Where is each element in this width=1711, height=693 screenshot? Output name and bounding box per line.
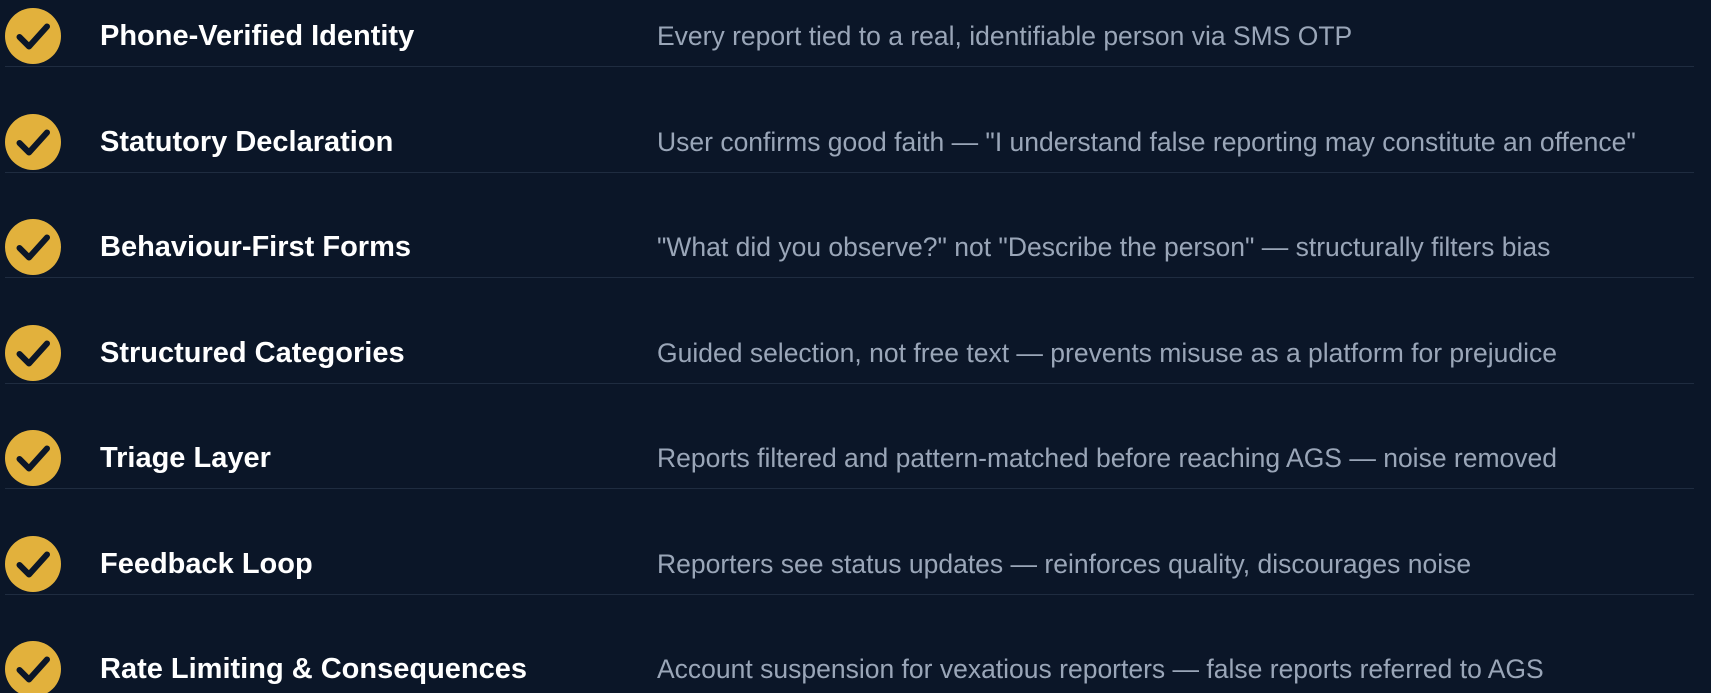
list-item: Behaviour-First Forms "What did you obse… [0,194,1711,300]
row-divider [5,488,1694,489]
row-divider [5,594,1694,595]
row-divider [5,172,1694,173]
item-description: "What did you observe?" not "Describe th… [657,232,1551,262]
row-divider [5,277,1694,278]
list-item: Rate Limiting & Consequences Account sus… [0,616,1711,693]
item-title: Statutory Declaration [100,126,394,158]
check-circle-icon [5,430,61,486]
list-item: Triage Layer Reports filtered and patter… [0,405,1711,511]
row-divider [5,383,1694,384]
check-circle-icon [5,114,61,170]
item-description: Account suspension for vexatious reporte… [657,654,1544,684]
check-circle-icon [5,325,61,381]
item-description: Guided selection, not free text — preven… [657,338,1557,368]
list-item: Phone-Verified Identity Every report tie… [0,0,1711,89]
list-item: Statutory Declaration User confirms good… [0,89,1711,195]
item-description: User confirms good faith — "I understand… [657,127,1636,157]
list-item: Structured Categories Guided selection, … [0,300,1711,406]
feature-checklist: Phone-Verified Identity Every report tie… [0,0,1711,693]
check-circle-icon [5,219,61,275]
row-divider [5,66,1694,67]
item-title: Phone-Verified Identity [100,20,415,52]
check-circle-icon [5,536,61,592]
item-title: Structured Categories [100,337,405,369]
item-title: Behaviour-First Forms [100,231,411,263]
item-description: Reporters see status updates — reinforce… [657,549,1472,579]
item-description: Reports filtered and pattern-matched bef… [657,443,1558,473]
item-title: Triage Layer [100,442,271,474]
check-circle-icon [5,8,61,64]
list-item: Feedback Loop Reporters see status updat… [0,511,1711,617]
check-circle-icon [5,641,61,693]
item-title: Rate Limiting & Consequences [100,653,528,685]
item-title: Feedback Loop [100,548,313,580]
item-description: Every report tied to a real, identifiabl… [657,21,1353,51]
